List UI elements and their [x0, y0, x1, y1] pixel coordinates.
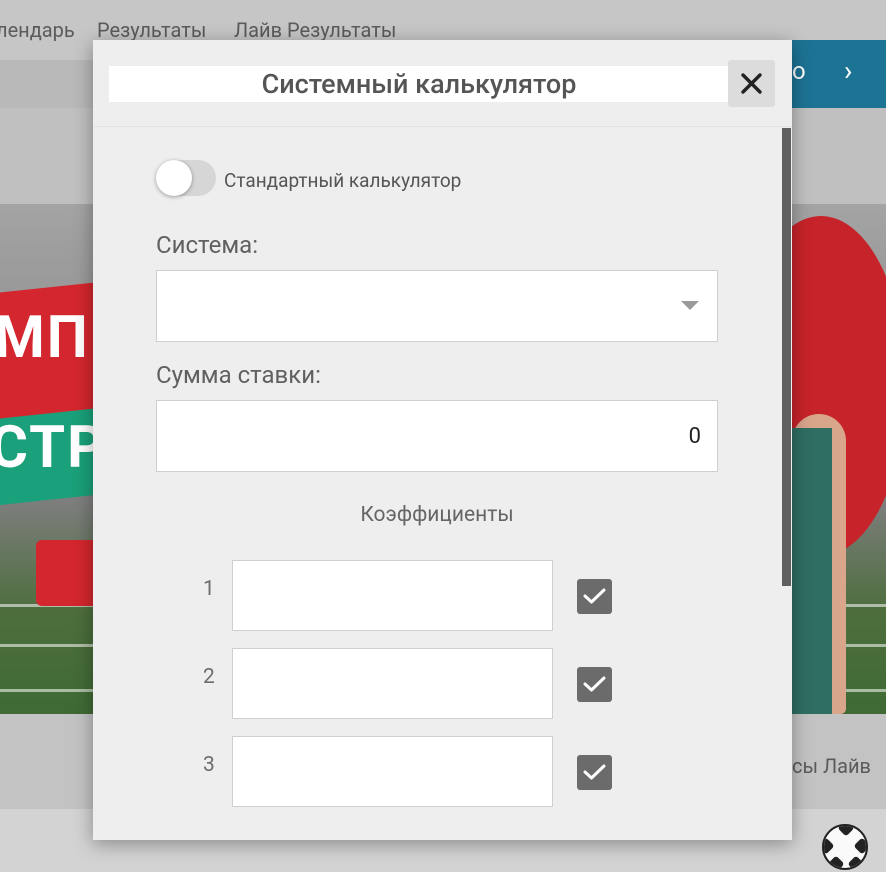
- amount-label: Сумма ставки:: [156, 361, 321, 389]
- soccer-ball-icon[interactable]: [822, 824, 868, 870]
- amount-field[interactable]: [156, 400, 718, 472]
- checkmark-icon: [583, 588, 606, 604]
- banner-person-shirt: [788, 428, 832, 714]
- dropdown-caret-icon: [681, 301, 699, 310]
- nav-item-live-results[interactable]: Лайв Результаты: [234, 18, 396, 42]
- coefficient-input-1[interactable]: [232, 560, 553, 631]
- coefficient-row-number: 2: [203, 665, 215, 689]
- coefficient-checkbox-2[interactable]: [577, 667, 612, 702]
- modal-scrollbar[interactable]: [782, 128, 791, 586]
- banner-headline-2: СТР: [0, 414, 107, 482]
- coefficient-input-3[interactable]: [232, 736, 553, 807]
- chevron-right-icon: ›: [844, 54, 853, 87]
- system-calculator-modal: Системный калькулятор Стандартный кальку…: [93, 40, 792, 840]
- toggle-knob: [156, 160, 192, 196]
- nav-item-results[interactable]: Результаты: [97, 18, 206, 42]
- modal-header: Системный калькулятор: [109, 66, 729, 102]
- live-bets-link[interactable]: сы Лайв: [792, 754, 871, 778]
- coefficient-checkbox-1[interactable]: [577, 579, 612, 614]
- checkmark-icon: [583, 676, 606, 692]
- promo-button[interactable]: о ›: [780, 40, 886, 108]
- banner-headline-1: МП: [0, 304, 90, 372]
- close-icon: [741, 73, 762, 94]
- promo-button-label: о: [792, 57, 806, 85]
- coefficient-input-2[interactable]: [232, 648, 553, 719]
- coefficient-row-number: 1: [203, 577, 215, 601]
- header-divider: [93, 126, 792, 127]
- system-select[interactable]: [156, 270, 718, 342]
- checkmark-icon: [583, 764, 606, 780]
- toggle-label: Стандартный калькулятор: [224, 169, 462, 192]
- close-button[interactable]: [728, 60, 775, 107]
- standard-calculator-toggle[interactable]: [156, 160, 216, 196]
- coefficients-heading: Коэффициенты: [360, 503, 514, 527]
- system-label: Система:: [156, 231, 259, 259]
- nav-item-calendar[interactable]: лендарь: [0, 18, 75, 42]
- modal-title: Системный калькулятор: [261, 68, 577, 100]
- coefficient-row-number: 3: [203, 753, 215, 777]
- coefficient-checkbox-3[interactable]: [577, 755, 612, 790]
- amount-input[interactable]: [157, 401, 717, 471]
